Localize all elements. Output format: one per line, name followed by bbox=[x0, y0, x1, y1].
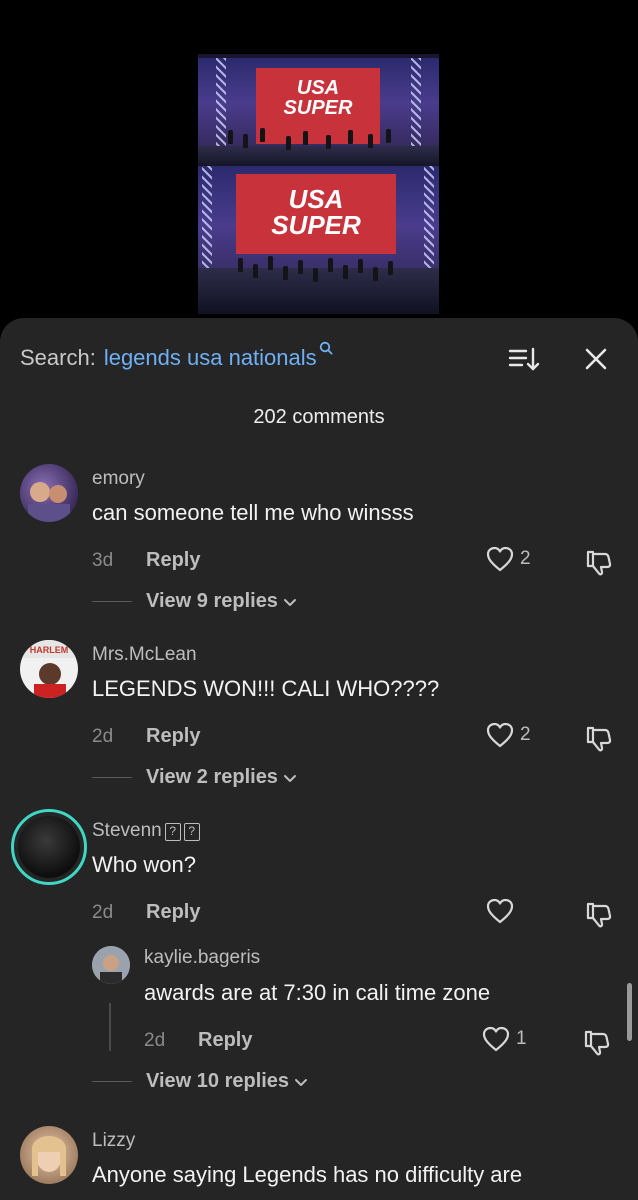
like-button[interactable]: 2 bbox=[486, 546, 531, 572]
chevron-down-icon bbox=[283, 774, 296, 782]
view-replies-label: View 2 replies bbox=[146, 766, 278, 788]
view-replies-label: View 9 replies bbox=[146, 590, 278, 612]
search-prefix: Search: bbox=[20, 345, 96, 370]
dislike-icon[interactable] bbox=[582, 1028, 612, 1058]
comment-username-text: Stevenn bbox=[92, 820, 162, 841]
reply-username[interactable]: kaylie.bageris bbox=[144, 947, 260, 969]
comment-time: 2d bbox=[92, 726, 114, 747]
avatar[interactable]: HARLEM bbox=[20, 640, 78, 698]
video-thumbnail[interactable]: USA SUPER USA SUPER bbox=[198, 54, 439, 314]
comments-count: 202 comments bbox=[253, 406, 385, 428]
like-button[interactable]: 2 bbox=[486, 722, 531, 748]
dislike-icon[interactable] bbox=[584, 900, 614, 930]
scrollbar[interactable] bbox=[627, 983, 632, 1041]
close-icon[interactable] bbox=[580, 342, 612, 376]
banner-top: USA SUPER bbox=[256, 68, 380, 144]
reply-button[interactable]: Reply bbox=[146, 549, 200, 572]
sort-icon[interactable] bbox=[506, 342, 540, 376]
thread-line bbox=[109, 1003, 111, 1051]
stage-top: USA SUPER bbox=[198, 58, 439, 170]
banner-bottom: USA SUPER bbox=[236, 174, 396, 254]
heart-icon bbox=[486, 546, 514, 572]
avatar[interactable] bbox=[20, 1126, 78, 1184]
comment-username[interactable]: Stevenn?? bbox=[92, 820, 200, 842]
view-replies-button[interactable]: View 10 replies bbox=[92, 1070, 309, 1093]
view-replies-label: View 10 replies bbox=[146, 1070, 290, 1092]
heart-icon bbox=[486, 722, 514, 748]
stage-bottom: USA SUPER bbox=[198, 166, 439, 314]
chevron-down-icon bbox=[283, 598, 296, 606]
comment-text: Anyone saying Legends has no difficulty … bbox=[92, 1162, 523, 1187]
like-count: 2 bbox=[520, 724, 531, 745]
video-area[interactable]: USA SUPER USA SUPER bbox=[0, 0, 638, 330]
reply-time: 2d bbox=[144, 1030, 166, 1051]
reply-button[interactable]: Reply bbox=[198, 1029, 252, 1052]
comment-text: LEGENDS WON!!! CALI WHO???? bbox=[92, 676, 440, 701]
chevron-down-icon bbox=[295, 1078, 308, 1086]
avatar-text: HARLEM bbox=[29, 645, 69, 655]
unknown-glyph-icon: ? bbox=[164, 823, 181, 841]
comment-time: 2d bbox=[92, 902, 114, 923]
avatar-story-ring[interactable] bbox=[11, 809, 87, 885]
comment-text: Who won? bbox=[92, 852, 196, 877]
search-icon bbox=[319, 341, 333, 359]
reply-like-button[interactable]: 1 bbox=[482, 1026, 527, 1052]
like-button[interactable] bbox=[486, 898, 514, 924]
reply-button[interactable]: Reply bbox=[146, 901, 200, 924]
reply-avatar[interactable] bbox=[92, 946, 130, 984]
dislike-icon[interactable] bbox=[584, 548, 614, 578]
search-term[interactable]: legends usa nationals bbox=[104, 345, 317, 371]
reply-text: awards are at 7:30 in cali time zone bbox=[144, 980, 491, 1005]
unknown-glyph-icon: ? bbox=[183, 823, 200, 841]
comment-username[interactable]: emory bbox=[92, 468, 145, 490]
avatar[interactable] bbox=[20, 464, 78, 522]
view-replies-button[interactable]: View 9 replies bbox=[92, 590, 298, 613]
heart-icon bbox=[482, 1026, 510, 1052]
reply-button[interactable]: Reply bbox=[146, 725, 200, 748]
comment-username[interactable]: Lizzy bbox=[92, 1130, 135, 1152]
like-count: 1 bbox=[516, 1028, 527, 1049]
view-replies-button[interactable]: View 2 replies bbox=[92, 766, 298, 789]
avatar bbox=[18, 816, 80, 878]
comment-text: can someone tell me who winsss bbox=[92, 500, 414, 525]
comment-username[interactable]: Mrs.McLean bbox=[92, 644, 197, 666]
heart-icon bbox=[486, 898, 514, 924]
like-count: 2 bbox=[520, 548, 531, 569]
comments-sheet: Search: legends usa nationals 202 commen… bbox=[0, 318, 638, 1200]
search-suggestion[interactable]: Search: legends usa nationals bbox=[20, 340, 333, 376]
dislike-icon[interactable] bbox=[584, 724, 614, 754]
comment-time: 3d bbox=[92, 550, 114, 571]
